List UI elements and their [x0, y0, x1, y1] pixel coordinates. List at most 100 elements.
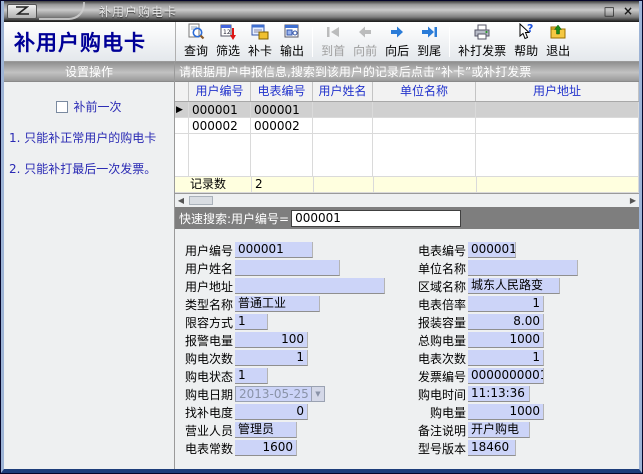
table-header-row: 用户编号 电表编号 用户姓名 单位名称 用户地址 [175, 82, 639, 102]
meter-ratio-field[interactable]: 1 [468, 296, 544, 312]
invoice-no-field[interactable]: 0000000001 [468, 368, 544, 384]
form-field-label: 区域名称 [410, 278, 466, 295]
filter-button[interactable]: 12 筛选 [213, 22, 243, 60]
svg-text:?: ? [527, 23, 533, 35]
form-row-meter-count: 电表次数 1 [410, 349, 639, 367]
title-bar: 补用户购电卡 □ × [4, 1, 639, 22]
form-field-label: 购电状态 [177, 368, 233, 385]
header-meter-no: 电表编号 [251, 82, 313, 101]
form-row-purchase-state: 购电状态 1 [177, 367, 410, 385]
reprint-invoice-icon [473, 23, 491, 41]
table-row[interactable]: ▶ 000001 000001 [175, 102, 639, 118]
dropdown-arrow-icon: ▼ [311, 387, 324, 401]
operator-field[interactable]: 管理员 [235, 422, 297, 438]
form-row-purchase-count: 购电次数 1 [177, 349, 410, 367]
form-field-label: 用户地址 [177, 278, 233, 295]
meter-no-field[interactable]: 000001 [468, 242, 516, 258]
toolbar-separator [312, 27, 313, 57]
help-button[interactable]: ? 帮助 [511, 22, 541, 60]
purchase-date-field: 2013-05-25▼ [235, 386, 325, 402]
purchase-state-field[interactable]: 1 [235, 368, 268, 384]
page-title: 补用户购电卡 [4, 22, 176, 61]
quick-search-bar: 快速搜索:用户编号= [175, 207, 639, 229]
form-row-user-name: 用户姓名 [177, 259, 410, 277]
user-address-field[interactable] [235, 278, 385, 294]
form-row-meter-ratio: 电表倍率 1 [410, 295, 639, 313]
limit-mode-field[interactable]: 1 [235, 314, 268, 330]
main-panel: 请根据用户申报信息,搜索到该用户的记录后点击“补卡”或补打发票 用户编号 电表编… [175, 62, 639, 469]
header-bar: 补用户购电卡 查询 12 筛选 补卡 输出 到首 向前 向后 到尾 补打发票 ?… [4, 22, 639, 62]
go-last-button[interactable]: 到尾 [414, 22, 444, 60]
meter-count-field[interactable]: 1 [468, 350, 544, 366]
install-capacity-field[interactable]: 8.00 [468, 314, 544, 330]
toolbar-button-label: 到尾 [417, 42, 441, 59]
reprint-invoice-button[interactable]: 补打发票 [455, 22, 509, 60]
scrollbar-thumb[interactable] [189, 196, 213, 205]
quick-search-label: 快速搜索:用户编号= [179, 210, 289, 227]
window-title: 补用户购电卡 [99, 3, 177, 20]
form-row-unit-name: 单位名称 [410, 259, 639, 277]
table-row[interactable]: 000002 000002 [175, 118, 639, 134]
form-col-left: 用户编号 000001 用户姓名 用户地址 类型名称 普通工业 限容方式 1 报… [177, 241, 410, 469]
purchase-time-field[interactable]: 11:13:36 [468, 386, 530, 402]
type-name-field[interactable]: 普通工业 [235, 296, 320, 312]
close-button[interactable]: × [623, 1, 633, 22]
maximize-button[interactable]: □ [604, 1, 615, 22]
purchase-amount-field[interactable]: 1000 [468, 404, 544, 420]
reissue-card-button[interactable]: 补卡 [245, 22, 275, 60]
form-field-label: 型号版本 [410, 440, 466, 457]
form-field-label: 用户编号 [177, 242, 233, 259]
form-row-type-name: 类型名称 普通工业 [177, 295, 410, 313]
record-count-value: 2 [252, 177, 314, 192]
search-icon [187, 23, 205, 41]
form-row-alarm-power: 报警电量 100 [177, 331, 410, 349]
header-user-name: 用户姓名 [313, 82, 373, 101]
form-field-label: 电表编号 [410, 242, 466, 259]
table-body: ▶ 000001 000001 000002 000002 [175, 102, 639, 134]
user-no-field[interactable]: 000001 [235, 242, 313, 258]
query-button[interactable]: 查询 [181, 22, 211, 60]
form-field-label: 类型名称 [177, 296, 233, 313]
area-name-field[interactable]: 城东人民路变 [468, 278, 560, 294]
form-field-label: 电表常数 [177, 440, 233, 457]
form-row-invoice-no: 发票编号 0000000001 [410, 367, 639, 385]
scroll-left-arrow-icon[interactable]: ◀ [175, 194, 187, 207]
reissue-previous-checkbox-label: 补前一次 [73, 98, 121, 115]
toolbar-button-label: 向前 [353, 42, 377, 59]
svg-text:12: 12 [223, 29, 231, 36]
form-field-label: 备注说明 [410, 422, 466, 439]
form-row-meter-no: 电表编号 000001 [410, 241, 639, 259]
toolbar-button-label: 向后 [385, 42, 409, 59]
go-next-button[interactable]: 向后 [382, 22, 412, 60]
user-name-field[interactable] [235, 260, 340, 276]
meter-constant-field[interactable]: 1600 [235, 440, 297, 456]
header-unit-name: 单位名称 [373, 82, 476, 101]
output-button[interactable]: 输出 [277, 22, 307, 60]
total-purchased-field[interactable]: 1000 [468, 332, 544, 348]
form-row-purchase-amount: 购电量 1000 [410, 403, 639, 421]
adjust-power-field[interactable]: 0 [235, 404, 308, 420]
exit-button[interactable]: 退出 [543, 22, 573, 60]
form-row-model-version: 型号版本 18460 [410, 439, 639, 457]
first-icon [324, 23, 342, 41]
app-logo-icon [7, 4, 37, 19]
form-row-remark: 备注说明 开户购电 [410, 421, 639, 439]
scroll-right-arrow-icon[interactable]: ▶ [627, 194, 639, 207]
detail-form: 用户编号 000001 用户姓名 用户地址 类型名称 普通工业 限容方式 1 报… [175, 229, 639, 469]
toolbar-button-label: 补卡 [248, 42, 272, 59]
horizontal-scrollbar[interactable]: ◀ ▶ [175, 194, 639, 207]
alarm-power-field[interactable]: 100 [235, 332, 308, 348]
unit-name-field[interactable] [468, 260, 578, 276]
cell-user-name [313, 118, 373, 133]
header-selector [175, 82, 189, 101]
purchase-count-field[interactable]: 1 [235, 350, 308, 366]
row-selector-cell [175, 118, 189, 133]
toolbar-button-label: 补打发票 [458, 42, 506, 59]
toolbar-button-label: 到首 [321, 42, 345, 59]
cell-unit-name [373, 102, 476, 117]
model-version-field[interactable]: 18460 [468, 440, 516, 456]
reissue-previous-checkbox[interactable] [56, 101, 68, 113]
quick-search-input[interactable] [291, 210, 461, 227]
remark-field[interactable]: 开户购电 [468, 422, 530, 438]
form-field-label: 单位名称 [410, 260, 466, 277]
